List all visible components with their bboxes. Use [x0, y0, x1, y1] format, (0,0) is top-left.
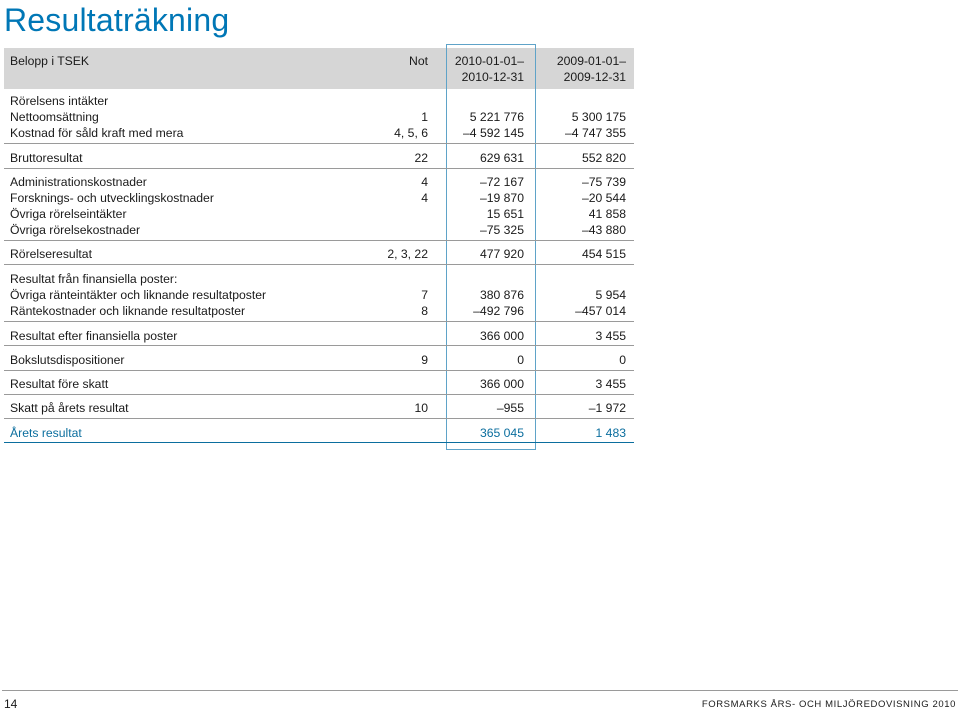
row-value-2010: 5 221 776 [469, 110, 524, 124]
row-value-2010: –955 [496, 401, 524, 415]
row-value-2010: 15 651 [486, 207, 524, 221]
row-note: 8 [421, 304, 428, 318]
page-number: 14 [4, 697, 18, 711]
row-value-2009: –4 747 355 [565, 126, 626, 140]
row-value-2009: 0 [619, 353, 626, 367]
table-row: Kostnad för såld kraft med mera 4, 5, 6 … [4, 125, 634, 141]
row-label: Resultat före skatt [10, 377, 109, 391]
row-label: Rörelseresultat [10, 247, 92, 261]
row-value-2009: 5 300 175 [571, 110, 626, 124]
table-row-subtotal: Rörelseresultat 2, 3, 22 477 920 454 515 [4, 246, 634, 262]
table-row-subtotal: Bruttoresultat 22 629 631 552 820 [4, 150, 634, 166]
row-value-2009: 5 954 [595, 288, 627, 302]
row-value-2009: 1 483 [595, 426, 627, 440]
row-value-2010: 0 [517, 353, 524, 367]
row-label: Nettoomsättning [10, 110, 99, 124]
divider [4, 321, 634, 322]
header-col2-line2: 2009-12-31 [563, 70, 626, 84]
row-value-2009: –43 880 [581, 223, 626, 237]
table-row: Övriga ränteintäkter och liknande result… [4, 287, 634, 303]
table-row-subtotal: Resultat efter finansiella poster 366 00… [4, 328, 634, 344]
header-col1-line1: 2010-01-01– [454, 54, 524, 68]
divider-total [4, 442, 634, 443]
row-label: Resultat efter finansiella poster [10, 329, 178, 343]
table-row: Nettoomsättning 1 5 221 776 5 300 175 [4, 109, 634, 125]
table-header: Belopp i TSEK Not 2010-01-01– 2010-12-31… [4, 48, 634, 89]
header-col2-line1: 2009-01-01– [556, 54, 626, 68]
publication-title: FORSMARKS ÅRS- OCH MILJÖREDOVISNING 2010 [701, 699, 956, 710]
row-value-2009: –75 739 [581, 175, 626, 189]
row-note: 9 [421, 353, 428, 367]
row-value-2010: –492 796 [473, 304, 524, 318]
row-value-2010: –75 325 [479, 223, 524, 237]
table-row-section-heading: Resultat från finansiella poster: [4, 271, 634, 287]
divider [4, 370, 634, 371]
divider [4, 168, 634, 169]
row-value-2010: 629 631 [479, 151, 524, 165]
row-label: Forsknings- och utvecklingskostnader [10, 191, 214, 205]
table-row: Skatt på årets resultat 10 –955 –1 972 [4, 400, 634, 416]
table-row: Övriga rörelseintäkter 15 651 41 858 [4, 206, 634, 222]
row-label: Övriga ränteintäkter och liknande result… [10, 288, 267, 302]
row-value-2010: 366 000 [479, 377, 524, 391]
row-note: 22 [414, 151, 428, 165]
table-row: Forsknings- och utvecklingskostnader 4 –… [4, 190, 634, 206]
divider [4, 394, 634, 395]
table-row-section-heading: Rörelsens intäkter [4, 93, 634, 109]
row-label: Räntekostnader och liknande resultatpost… [10, 304, 246, 318]
divider [4, 240, 634, 241]
row-value-2010: –72 167 [479, 175, 524, 189]
table-row-total: Årets resultat 365 045 1 483 [4, 425, 634, 441]
row-note: 10 [414, 401, 428, 415]
row-value-2010: 380 876 [479, 288, 524, 302]
row-note: 4, 5, 6 [394, 126, 428, 140]
divider [4, 418, 634, 419]
row-value-2009: 552 820 [581, 151, 626, 165]
row-label: Bruttoresultat [10, 151, 83, 165]
row-value-2009: 3 455 [595, 329, 627, 343]
page-title: Resultaträkning [4, 2, 230, 38]
row-label: Skatt på årets resultat [10, 401, 129, 415]
table-row-subtotal: Resultat före skatt 366 000 3 455 [4, 376, 634, 392]
row-note: 4 [421, 191, 428, 205]
row-label: Årets resultat [10, 426, 82, 440]
row-value-2009: 41 858 [588, 207, 626, 221]
table-row: Övriga rörelsekostnader –75 325 –43 880 [4, 222, 634, 238]
row-value-2010: –19 870 [479, 191, 524, 205]
row-value-2010: –4 592 145 [463, 126, 524, 140]
row-label: Kostnad för såld kraft med mera [10, 126, 184, 140]
row-note: 4 [421, 175, 428, 189]
divider [4, 264, 634, 265]
header-col1-line2: 2010-12-31 [461, 70, 524, 84]
row-label: Administrationskostnader [10, 175, 147, 189]
row-value-2009: 3 455 [595, 377, 627, 391]
row-label: Övriga rörelsekostnader [10, 223, 141, 237]
row-value-2009: 454 515 [581, 247, 626, 261]
row-note: 7 [421, 288, 428, 302]
divider [4, 143, 634, 144]
footer-divider [2, 690, 958, 691]
header-label: Belopp i TSEK [10, 54, 90, 68]
table-row: Administrationskostnader 4 –72 167 –75 7… [4, 174, 634, 190]
row-label: Resultat från finansiella poster: [10, 272, 178, 286]
row-value-2010: 366 000 [479, 329, 524, 343]
row-note: 1 [421, 110, 428, 124]
row-value-2009: –20 544 [581, 191, 626, 205]
row-label: Bokslutsdispositioner [10, 353, 125, 367]
row-label: Rörelsens intäkter [10, 94, 109, 108]
row-label: Övriga rörelseintäkter [10, 207, 127, 221]
table-row: Bokslutsdispositioner 9 0 0 [4, 352, 634, 368]
row-value-2010: 477 920 [479, 247, 524, 261]
row-value-2009: –1 972 [588, 401, 626, 415]
row-value-2010: 365 045 [479, 426, 524, 440]
divider [4, 345, 634, 346]
row-note: 2, 3, 22 [387, 247, 428, 261]
table-row: Räntekostnader och liknande resultatpost… [4, 303, 634, 319]
row-value-2009: –457 014 [575, 304, 626, 318]
header-not: Not [409, 54, 428, 68]
